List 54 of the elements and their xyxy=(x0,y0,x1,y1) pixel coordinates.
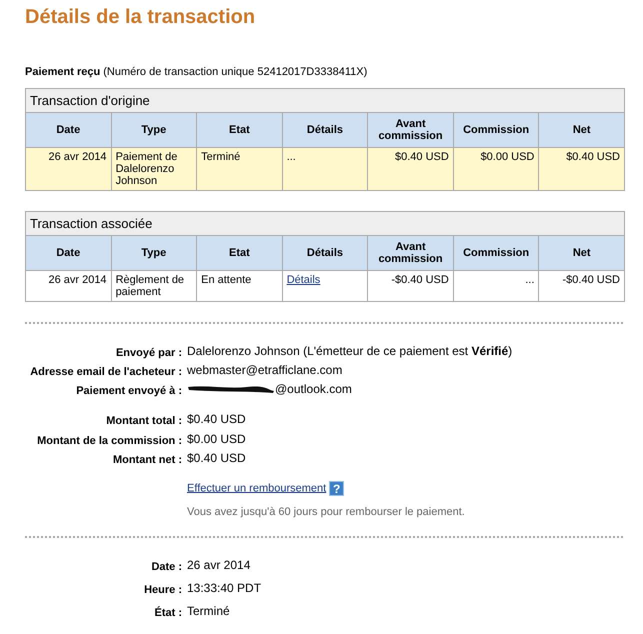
column-header: Date xyxy=(26,236,112,270)
redaction-scribble-icon xyxy=(187,384,275,394)
column-header: Net xyxy=(538,112,624,148)
field-value: $0.40 USD xyxy=(187,451,247,465)
column-header: Avant commission xyxy=(368,112,454,148)
field-value: $0.40 USD xyxy=(187,412,247,426)
field-label: Envoyé par : xyxy=(116,346,182,360)
column-header: Net xyxy=(538,236,624,270)
field-value: @outlook.com xyxy=(275,382,352,396)
field-value: 13:33:40 PDT xyxy=(187,581,262,595)
table-cell: En attente xyxy=(196,270,282,302)
table-cell: ... xyxy=(453,270,539,302)
table-caption: Transaction d'origine xyxy=(26,88,624,112)
page-title: Détails de la transaction xyxy=(25,6,256,29)
column-header: Commission xyxy=(453,112,539,148)
table-cell: Règlement de paiement xyxy=(111,270,197,302)
field-label: Date : xyxy=(151,560,182,574)
field-label: Montant net : xyxy=(112,453,182,467)
help-icon[interactable]: ? xyxy=(329,481,344,496)
column-header: Etat xyxy=(196,112,282,148)
details-link[interactable]: Détails xyxy=(286,274,320,286)
field-value: $0.00 USD xyxy=(187,432,247,446)
table-cell: Paiement de Dalelorenzo Johnson xyxy=(111,148,197,190)
field-value: 26 avr 2014 xyxy=(187,558,252,572)
field-label: Montant total : xyxy=(106,414,182,428)
field-label: Heure : xyxy=(144,583,182,597)
field-label: État : xyxy=(154,605,182,620)
table-cell: Terminé xyxy=(196,148,282,190)
column-header: Détails xyxy=(282,112,368,148)
column-header: Détails xyxy=(282,236,368,270)
column-header: Commission xyxy=(453,236,539,270)
refund-link[interactable]: Effectuer un remboursement xyxy=(187,482,326,494)
column-header: Type xyxy=(111,236,197,270)
field-label: Adresse email de l'acheteur : xyxy=(30,365,182,379)
column-header: Type xyxy=(111,112,197,148)
field-value: webmaster@etrafficlane.com xyxy=(187,363,344,377)
table-cell: $0.00 USD xyxy=(453,148,539,190)
column-header: Date xyxy=(26,112,112,148)
table-cell: -$0.40 USD xyxy=(368,270,454,302)
table-cell: 26 avr 2014 xyxy=(26,148,112,190)
field-label: Paiement envoyé à : xyxy=(76,384,182,398)
summary-text: Paiement reçu (Numéro de transaction unique 52412017D3338411X) xyxy=(25,66,368,78)
field-value: Terminé xyxy=(187,604,231,618)
field-label: Montant de la commission : xyxy=(37,434,182,448)
refund-note: Vous avez jusqu'à 60 jours pour rembourser le paiement. xyxy=(187,506,465,518)
column-header: Etat xyxy=(196,236,282,270)
table-cell: $0.40 USD xyxy=(368,148,454,190)
field-value: Dalelorenzo Johnson (L'émetteur de ce paiement est Vérifié) xyxy=(187,344,514,358)
table-caption: Transaction associée xyxy=(26,212,624,236)
table-cell: -$0.40 USD xyxy=(538,270,624,302)
column-header: Avant commission xyxy=(368,236,454,270)
table-cell: ... xyxy=(282,148,368,190)
table-cell: $0.40 USD xyxy=(538,148,624,190)
table-cell: 26 avr 2014 xyxy=(26,270,112,302)
